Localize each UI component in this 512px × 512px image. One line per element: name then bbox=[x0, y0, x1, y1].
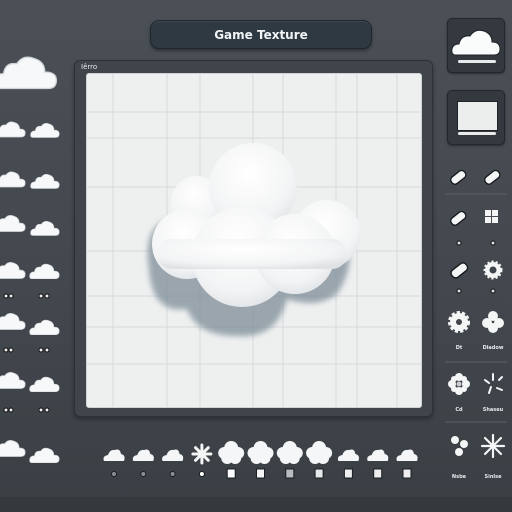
puffy-cloud-icon[interactable] bbox=[306, 441, 333, 464]
flower-icon[interactable] bbox=[448, 373, 470, 395]
variant-swatch[interactable] bbox=[226, 468, 236, 479]
indicator-dot bbox=[44, 347, 50, 353]
canvas-label: Iêrro bbox=[81, 63, 98, 71]
star-burst-icon[interactable] bbox=[480, 433, 506, 459]
variant-swatch[interactable] bbox=[285, 468, 295, 479]
square-icon bbox=[457, 101, 498, 131]
indicator-dot bbox=[490, 240, 496, 246]
blob-icon[interactable] bbox=[482, 311, 504, 333]
tool-grid bbox=[445, 168, 507, 459]
cloud-icon[interactable] bbox=[367, 449, 389, 462]
variant-dot[interactable] bbox=[169, 471, 176, 477]
title-bar: Game Texture bbox=[150, 20, 372, 49]
page-title: Game Texture bbox=[214, 27, 308, 42]
tool-label-shaseu: Shaseu bbox=[482, 407, 504, 413]
variant-swatch[interactable] bbox=[343, 468, 353, 479]
indicator-dot bbox=[8, 293, 14, 299]
cloud-icon[interactable] bbox=[0, 171, 26, 188]
puffy-cloud-icon[interactable] bbox=[218, 441, 245, 464]
indicator-dot bbox=[44, 407, 50, 413]
tool-label-nsbe: Nsbe bbox=[451, 474, 467, 480]
cloud-icon[interactable] bbox=[0, 312, 26, 330]
tool-label-dt: Dt bbox=[455, 345, 463, 351]
puffy-cloud-icon[interactable] bbox=[276, 441, 303, 464]
variant-dot[interactable] bbox=[140, 471, 147, 477]
thumbnail-cloud-preview[interactable] bbox=[447, 18, 505, 73]
cloud-palette bbox=[0, 40, 70, 480]
thumbnail-progress-bar bbox=[458, 60, 496, 63]
variant-swatch[interactable] bbox=[402, 468, 412, 479]
cloud-icon[interactable] bbox=[0, 56, 58, 90]
asterisk-icon[interactable] bbox=[191, 443, 213, 465]
cloud-icon[interactable] bbox=[0, 371, 26, 390]
indicator-dot bbox=[8, 347, 14, 353]
canvas-svg bbox=[87, 74, 421, 407]
variant-svg bbox=[103, 441, 418, 479]
indicator-dot bbox=[3, 293, 9, 299]
cloud-icon[interactable] bbox=[132, 449, 154, 462]
cloud-icon[interactable] bbox=[0, 214, 26, 232]
tool-label-cd: Cd bbox=[455, 407, 463, 413]
tool-label-diadow: Diadow bbox=[482, 345, 504, 351]
cloud-icon[interactable] bbox=[29, 447, 60, 464]
right-tool-panel: Dt Diadow Cd Shaseu Nsbe Sinlse bbox=[441, 0, 512, 512]
indicator-dot bbox=[3, 407, 9, 413]
bottom-variant-strip bbox=[100, 440, 420, 480]
indicator-dot bbox=[456, 240, 462, 246]
indicator-dot bbox=[38, 293, 44, 299]
eraser-icon[interactable] bbox=[448, 168, 468, 187]
cloud-icon[interactable] bbox=[29, 376, 60, 393]
canvas-panel: Iêrro bbox=[74, 60, 433, 417]
cloud-icon[interactable] bbox=[0, 439, 26, 458]
cloud-icon[interactable] bbox=[30, 220, 60, 236]
cloud-icon[interactable] bbox=[337, 449, 359, 462]
variant-swatch[interactable] bbox=[314, 468, 324, 479]
cloud-icon[interactable] bbox=[0, 261, 26, 280]
variant-swatch[interactable] bbox=[373, 468, 383, 479]
eraser-soft-icon[interactable] bbox=[482, 168, 502, 187]
cloud-icon bbox=[451, 29, 501, 56]
gear-icon[interactable] bbox=[483, 260, 503, 280]
grid-icon[interactable] bbox=[485, 210, 498, 223]
indicator-dot bbox=[8, 407, 14, 413]
eraser-tip-icon[interactable] bbox=[448, 260, 470, 281]
thumbnail-blank-preview[interactable] bbox=[447, 90, 505, 145]
cloud-icon[interactable] bbox=[29, 319, 60, 336]
cloud-palette-svg bbox=[0, 56, 60, 464]
cloud-icon[interactable] bbox=[30, 122, 60, 138]
puffy-cloud-icon[interactable] bbox=[247, 441, 274, 464]
particles-icon[interactable] bbox=[451, 436, 468, 456]
indicator-dot bbox=[44, 293, 50, 299]
variant-swatch[interactable] bbox=[256, 468, 265, 479]
texture-canvas[interactable] bbox=[86, 73, 422, 408]
cloud-icon[interactable] bbox=[162, 449, 184, 462]
variant-dot[interactable] bbox=[198, 471, 205, 477]
cloud-icon[interactable] bbox=[103, 449, 125, 462]
variant-dot[interactable] bbox=[111, 471, 117, 477]
indicator-dot bbox=[490, 288, 496, 294]
indicator-dot bbox=[456, 288, 462, 294]
cloud-icon[interactable] bbox=[0, 121, 26, 138]
status-bar bbox=[0, 497, 512, 512]
cloud-icon[interactable] bbox=[396, 449, 418, 462]
sparkle-icon[interactable] bbox=[484, 373, 503, 394]
indicator-dot bbox=[38, 347, 44, 353]
indicator-dot bbox=[3, 347, 9, 353]
burst-icon[interactable] bbox=[448, 311, 470, 333]
tool-label-sinlse: Sinlse bbox=[484, 474, 502, 480]
cloud-icon[interactable] bbox=[29, 263, 60, 280]
cloud-icon[interactable] bbox=[30, 173, 60, 189]
indicator-dot bbox=[38, 407, 44, 413]
eraser-icon[interactable] bbox=[448, 209, 468, 228]
thumbnail-progress-bar bbox=[458, 132, 496, 135]
